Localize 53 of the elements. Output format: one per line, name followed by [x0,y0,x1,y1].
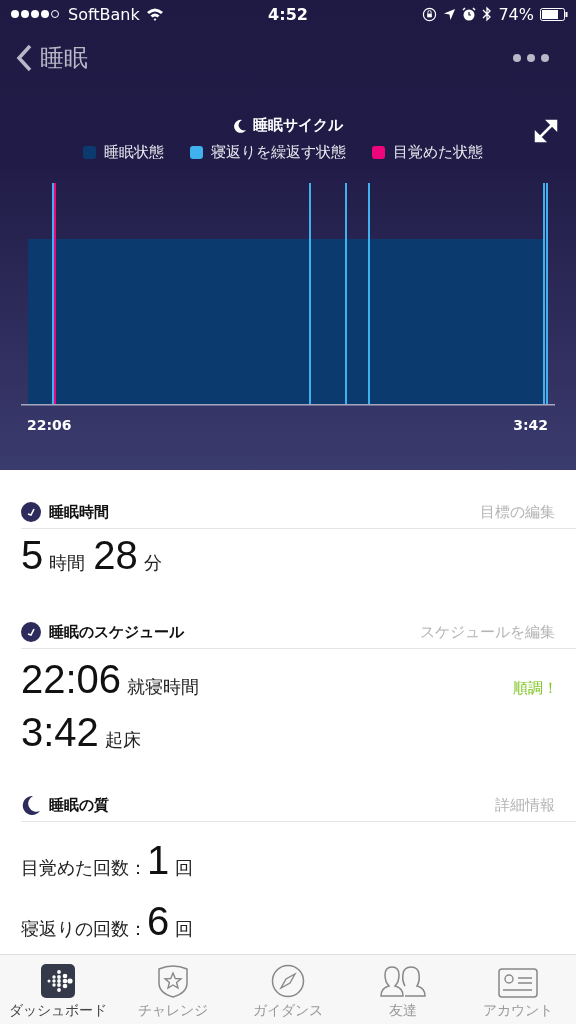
moon-icon [233,118,247,133]
expand-icon[interactable] [534,119,558,143]
legend-label: 目覚めた状態 [393,143,483,162]
dots-grid-icon [40,964,75,998]
quality-unit: 回 [175,856,194,880]
section-link[interactable]: 詳細情報 [495,795,555,815]
legend-label: 睡眠状態 [104,143,164,162]
compass-icon [271,964,305,998]
schedule-status: 順調！ [513,679,558,698]
wifi-icon [145,7,164,21]
id-card-icon [498,968,539,998]
schedule-label: 起床 [104,728,141,752]
rotation-lock-icon [422,6,438,22]
quality-label: 目覚めた回数： [21,856,147,880]
tab-item[interactable]: ダッシュボード [0,955,116,1024]
status-time: 4:52 [268,4,308,24]
section-title: 睡眠時間 [49,502,109,522]
tab-item[interactable]: ガイダンス [230,955,346,1024]
moon-icon [21,795,41,815]
more-icon[interactable] [512,53,550,63]
section-title: 睡眠の質 [49,795,109,815]
quality-count: 6 [147,899,170,944]
back-button[interactable]: 睡眠 [16,42,88,74]
chart-title: 睡眠サイクル [253,116,343,135]
quality-unit: 回 [175,917,194,941]
signal-icon [10,9,62,19]
star-shield-icon [155,964,190,998]
quality-count: 1 [147,838,170,883]
axis-label: 3:42 [513,417,548,433]
people-icon [379,964,428,998]
battery-icon [540,7,568,21]
tab-item[interactable]: アカウント [460,955,576,1024]
axis-label: 22:06 [27,417,72,433]
schedule-time: 3:42 [21,710,99,755]
bluetooth-icon [482,6,493,22]
section-link[interactable]: 目標の編集 [480,502,555,522]
legend-label: 寝返りを繰返す状態 [211,143,346,162]
tab-item[interactable]: チャレンジ [115,955,231,1024]
schedule-label: 就寝時間 [127,675,200,699]
tab-item[interactable]: 友達 [345,955,461,1024]
duration-unit: 分 [143,551,162,575]
section-link[interactable]: スケジュールを編集 [420,622,555,642]
duration-value: 28 [93,533,138,578]
alarm-icon [462,7,477,21]
location-icon [443,7,457,21]
chevron-left-icon [16,44,32,72]
duration-value: 5 [21,533,44,578]
duration-unit: 時間 [49,551,86,575]
carrier-name: SoftBank [68,4,140,24]
quality-label: 寝返りの回数： [21,917,147,941]
battery-percent: 74% [498,4,534,24]
schedule-time: 22:06 [21,657,122,702]
section-title: 睡眠のスケジュール [49,622,184,642]
